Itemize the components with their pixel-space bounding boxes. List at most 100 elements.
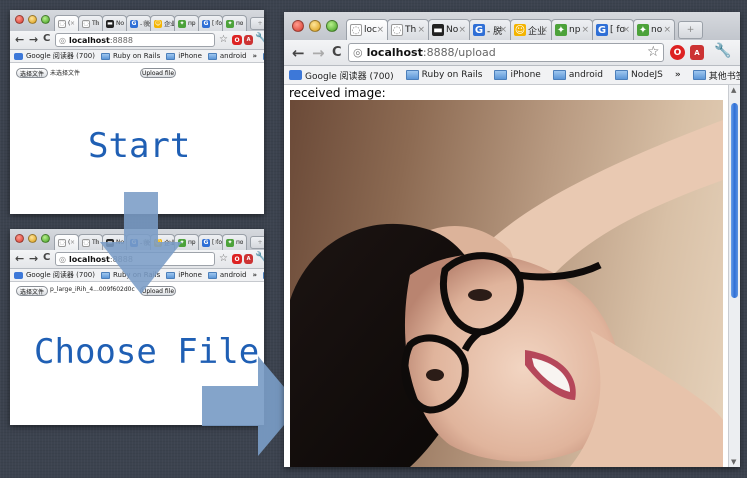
bookmarks-overflow-chevron[interactable]: » (252, 271, 257, 279)
bookmark-item-1[interactable]: Ruby on Rails (405, 70, 482, 80)
new-tab-icon[interactable]: + (250, 17, 264, 30)
back-arrow-icon[interactable]: ← (15, 33, 24, 46)
bookmarks-overflow-chevron[interactable]: » (252, 52, 257, 60)
tab-6[interactable]: G[ fo × (198, 15, 223, 31)
close-tab-icon[interactable]: × (142, 20, 147, 27)
reload-icon[interactable]: C (43, 33, 50, 44)
close-tab-icon[interactable]: × (70, 20, 75, 27)
tab-7[interactable]: ✦ no × (222, 234, 247, 250)
back-arrow-icon[interactable]: ← (15, 252, 24, 265)
bookmark-item-3[interactable]: android (552, 70, 603, 80)
opera-extension-icon[interactable]: O (670, 45, 685, 60)
bookmark-star-icon[interactable]: ☆ (219, 34, 228, 45)
minimize-window-icon[interactable] (28, 15, 37, 24)
tab-4[interactable]: ☺企业× (510, 19, 552, 40)
close-tab-icon[interactable]: × (376, 25, 384, 35)
tab-2[interactable]: ▬No× (102, 15, 127, 31)
close-tab-icon[interactable]: × (70, 239, 75, 246)
back-arrow-icon[interactable]: ← (292, 44, 305, 62)
close-window-icon[interactable] (292, 20, 304, 32)
new-tab-icon[interactable]: + (678, 21, 703, 39)
close-tab-icon[interactable]: × (663, 25, 671, 35)
wrench-icon[interactable]: 🔧 (255, 252, 264, 263)
bookmark-item-4[interactable]: NodeJS (615, 70, 663, 80)
tab-0[interactable]: ◌(× (54, 234, 79, 250)
other-bookmarks[interactable]: 其他书签 (263, 51, 264, 61)
reload-icon[interactable]: C (43, 252, 50, 263)
address-bar[interactable]: ◎ localhost:8888 (55, 33, 215, 47)
tab-1[interactable]: ◌ Th × (78, 15, 103, 31)
close-tab-icon[interactable]: × (417, 25, 425, 35)
close-tab-icon[interactable]: × (499, 25, 507, 35)
upload-file-button[interactable]: Upload file (140, 68, 176, 78)
tab-4[interactable]: ☺企业× (150, 15, 175, 31)
other-bookmarks[interactable]: 其他书签 (692, 69, 740, 82)
bookmark-item-2[interactable]: iPhone (166, 52, 202, 60)
zoom-window-icon[interactable] (41, 15, 50, 24)
minimize-window-icon[interactable] (28, 234, 37, 243)
tab-3[interactable]: G- 脱× (469, 19, 511, 40)
close-tab-icon[interactable]: × (190, 20, 195, 27)
opera-extension-icon[interactable]: O (232, 35, 242, 45)
reload-icon[interactable]: C (332, 45, 342, 60)
bookmark-item-2[interactable]: iPhone (494, 70, 541, 80)
scroll-up-icon[interactable]: ▲ (731, 86, 736, 94)
bookmark-item-0[interactable]: Google 阅读器 (700) (14, 51, 95, 61)
tab-3[interactable]: G- 脱× (126, 15, 151, 31)
forward-arrow-icon[interactable]: → (29, 33, 38, 46)
pdf-extension-icon[interactable]: A (244, 35, 253, 45)
choose-file-button[interactable]: 选择文件 (16, 286, 48, 296)
bookmark-item-3[interactable]: android (207, 271, 246, 279)
close-tab-icon[interactable]: × (458, 25, 466, 35)
close-window-icon[interactable] (15, 234, 24, 243)
tab-6[interactable]: G[ fo × (198, 234, 223, 250)
tab-5[interactable]: ✦ np × (551, 19, 593, 40)
close-tab-icon[interactable]: × (540, 25, 548, 35)
bookmark-label: android (219, 52, 247, 60)
close-tab-icon[interactable]: × (238, 20, 243, 27)
close-tab-icon[interactable]: × (190, 239, 195, 246)
close-tab-icon[interactable]: × (94, 20, 99, 27)
wrench-icon[interactable]: 🔧 (255, 33, 264, 44)
close-tab-icon[interactable]: × (214, 20, 219, 27)
close-tab-icon[interactable]: × (622, 25, 630, 35)
bookmark-item-3[interactable]: android (207, 52, 247, 60)
tab-0[interactable]: ◌ loc × (346, 19, 388, 40)
close-tab-icon[interactable]: × (94, 239, 99, 246)
bookmark-item-1[interactable]: Ruby on Rails (100, 52, 160, 60)
tab-5[interactable]: ✦ np × (174, 15, 199, 31)
tab-6[interactable]: G[ fo × (592, 19, 634, 40)
forward-arrow-icon[interactable]: → (312, 44, 325, 62)
address-bar[interactable]: ◎ localhost:8888/upload (348, 43, 664, 62)
pdf-extension-icon[interactable]: A (690, 45, 704, 60)
other-bookmarks[interactable]: 其他书签 (263, 270, 264, 280)
minimize-window-icon[interactable] (309, 20, 321, 32)
close-tab-icon[interactable]: × (238, 239, 243, 246)
bookmark-item-0[interactable]: Google 阅读器 (700) (14, 270, 95, 280)
tab-0[interactable]: ◌(× (54, 15, 79, 31)
close-tab-icon[interactable]: × (166, 20, 171, 27)
bookmark-star-icon[interactable]: ☆ (647, 44, 660, 60)
close-tab-icon[interactable]: × (214, 239, 219, 246)
opera-extension-icon[interactable]: O (232, 254, 242, 264)
bookmarks-overflow-chevron[interactable]: » (675, 70, 681, 80)
choose-file-button[interactable]: 选择文件 (16, 68, 48, 78)
tab-7[interactable]: ✦ no × (633, 19, 675, 40)
wrench-icon[interactable]: 🔧 (714, 43, 731, 59)
tab-2[interactable]: ▬No× (428, 19, 470, 40)
bookmark-item-0[interactable]: Google 阅读器 (700) (289, 69, 394, 82)
new-tab-icon[interactable]: + (250, 236, 264, 249)
zoom-window-icon[interactable] (326, 20, 338, 32)
tab-1[interactable]: ◌ Th × (387, 19, 429, 40)
scroll-down-icon[interactable]: ▼ (731, 458, 736, 466)
close-tab-icon[interactable]: × (581, 25, 589, 35)
forward-arrow-icon[interactable]: → (29, 252, 38, 265)
close-tab-icon[interactable]: × (118, 20, 123, 27)
bookmark-star-icon[interactable]: ☆ (219, 253, 228, 264)
pdf-extension-icon[interactable]: A (244, 254, 253, 264)
close-window-icon[interactable] (15, 15, 24, 24)
vertical-scrollbar[interactable]: ▲ ▼ (728, 85, 740, 467)
scrollbar-thumb[interactable] (731, 103, 738, 299)
zoom-window-icon[interactable] (41, 234, 50, 243)
tab-7[interactable]: ✦ no × (222, 15, 247, 31)
